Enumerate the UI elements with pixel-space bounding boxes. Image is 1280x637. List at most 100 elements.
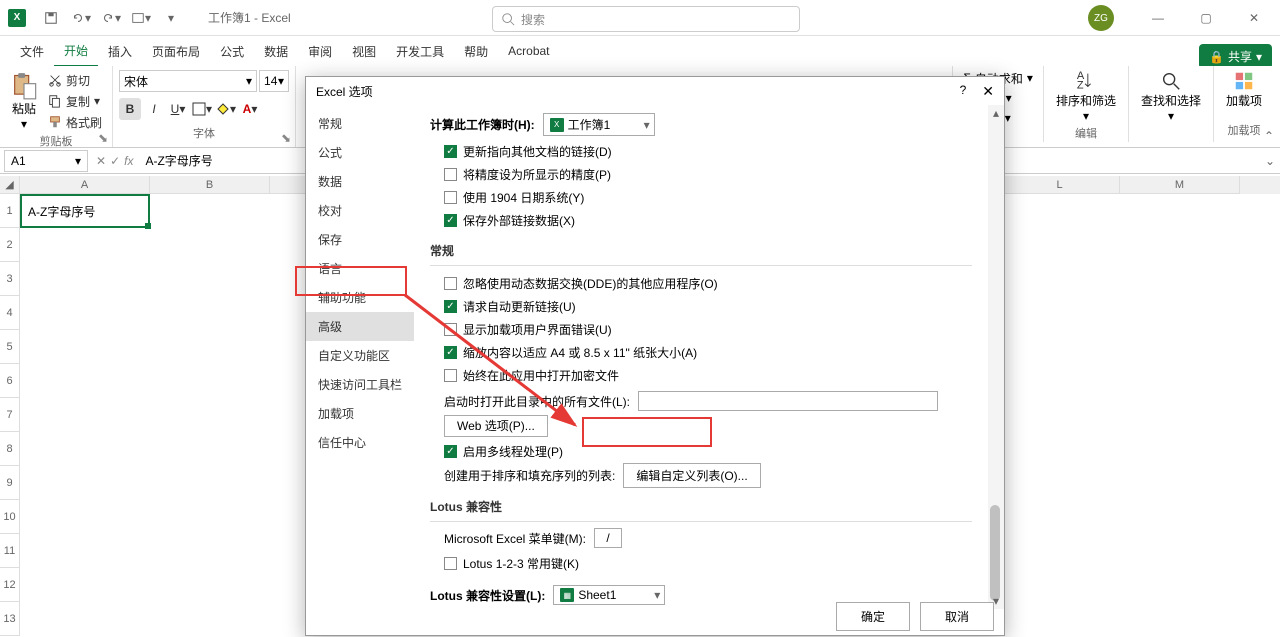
tab-formulas[interactable]: 公式 <box>210 37 254 66</box>
cb-dde[interactable] <box>444 277 457 290</box>
row-header-12[interactable]: 12 <box>0 568 20 602</box>
scroll-thumb[interactable] <box>990 505 1000 601</box>
row-header-7[interactable]: 7 <box>0 398 20 432</box>
sidebar-item-formulas[interactable]: 公式 <box>306 138 414 167</box>
row-header-2[interactable]: 2 <box>0 228 20 262</box>
cb-auto-update[interactable] <box>444 300 457 313</box>
sort-filter-button[interactable]: AZ 排序和筛选▾ <box>1050 68 1122 125</box>
sidebar-item-customize-ribbon[interactable]: 自定义功能区 <box>306 341 414 370</box>
row-header-13[interactable]: 13 <box>0 602 20 636</box>
sidebar-item-proofing[interactable]: 校对 <box>306 196 414 225</box>
row-header-4[interactable]: 4 <box>0 296 20 330</box>
user-avatar[interactable]: ZG <box>1088 5 1114 31</box>
cb-show-addin-errors[interactable] <box>444 323 457 336</box>
tab-file[interactable]: 文件 <box>10 37 54 66</box>
sidebar-item-data[interactable]: 数据 <box>306 167 414 196</box>
addins-button[interactable]: 加载项 <box>1220 68 1268 111</box>
web-options-button[interactable]: Web 选项(P)... <box>444 415 548 437</box>
calc-workbook-select[interactable]: X工作簿1 <box>543 113 655 136</box>
select-all-cell[interactable]: ◢ <box>0 176 20 194</box>
cb-scale-a4[interactable] <box>444 346 457 359</box>
qat-customize-icon[interactable]: ▾ <box>158 5 184 31</box>
tab-home[interactable]: 开始 <box>54 36 98 67</box>
tab-view[interactable]: 视图 <box>342 37 386 66</box>
undo-icon[interactable]: ▾ <box>68 5 94 31</box>
fx-icon[interactable]: fx <box>124 154 133 168</box>
font-name-select[interactable]: 宋体▾ <box>119 70 257 92</box>
cell-a1[interactable]: A-Z字母序号 <box>20 194 150 228</box>
font-color-button[interactable]: A▾ <box>239 98 261 120</box>
row-header-3[interactable]: 3 <box>0 262 20 296</box>
save-icon[interactable] <box>38 5 64 31</box>
sidebar-item-language[interactable]: 语言 <box>306 254 414 283</box>
dialog-close-icon[interactable]: ✕ <box>982 83 994 100</box>
name-box[interactable]: A1▾ <box>4 150 88 172</box>
edit-custom-list-button[interactable]: 编辑自定义列表(O)... <box>623 463 760 488</box>
col-header-l[interactable]: L <box>1000 176 1120 194</box>
row-header-9[interactable]: 9 <box>0 466 20 500</box>
lotus-sheet-select[interactable]: ▦Sheet1 <box>553 585 665 605</box>
tab-help[interactable]: 帮助 <box>454 37 498 66</box>
collapse-ribbon-icon[interactable]: ⌃ <box>1264 129 1274 143</box>
search-box[interactable]: 搜索 <box>492 6 800 32</box>
sidebar-item-general[interactable]: 常规 <box>306 109 414 138</box>
sidebar-item-advanced[interactable]: 高级 <box>306 312 414 341</box>
cb-lotus-keys[interactable] <box>444 557 457 570</box>
startup-files-input[interactable] <box>638 391 938 411</box>
font-size-select[interactable]: 14▾ <box>259 70 289 92</box>
bold-button[interactable]: B <box>119 98 141 120</box>
row-header-1[interactable]: 1 <box>0 194 20 228</box>
row-header-11[interactable]: 11 <box>0 534 20 568</box>
find-select-button[interactable]: 查找和选择▾ <box>1135 68 1207 125</box>
cb-1904[interactable] <box>444 191 457 204</box>
sidebar-item-trust-center[interactable]: 信任中心 <box>306 428 414 457</box>
cancel-button[interactable]: 取消 <box>920 602 994 631</box>
fill-handle[interactable] <box>145 223 151 229</box>
col-header-b[interactable]: B <box>150 176 270 194</box>
tab-developer[interactable]: 开发工具 <box>386 37 454 66</box>
tab-acrobat[interactable]: Acrobat <box>498 38 559 64</box>
menu-key-input[interactable] <box>594 528 622 548</box>
cb-precision[interactable] <box>444 168 457 181</box>
maximize-icon[interactable]: ▢ <box>1186 4 1226 32</box>
accept-formula-icon[interactable]: ✓ <box>110 154 120 168</box>
expand-formula-bar-icon[interactable]: ⌄ <box>1260 154 1280 168</box>
qat-more-icon[interactable]: ▾ <box>128 5 154 31</box>
underline-button[interactable]: U▾ <box>167 98 189 120</box>
dialog-scrollbar[interactable]: ▴ ▾ <box>988 105 1004 609</box>
copy-button[interactable]: 复制▾ <box>44 91 106 111</box>
paste-button[interactable]: 粘贴 ▾ <box>6 70 42 133</box>
fill-color-button[interactable]: ▾ <box>215 98 237 120</box>
tab-layout[interactable]: 页面布局 <box>142 37 210 66</box>
tab-review[interactable]: 审阅 <box>298 37 342 66</box>
tab-data[interactable]: 数据 <box>254 37 298 66</box>
sidebar-item-save[interactable]: 保存 <box>306 225 414 254</box>
row-header-10[interactable]: 10 <box>0 500 20 534</box>
col-header-m[interactable]: M <box>1120 176 1240 194</box>
minimize-icon[interactable]: — <box>1138 4 1178 32</box>
scroll-up-icon[interactable]: ▴ <box>988 105 1004 121</box>
sidebar-item-addins[interactable]: 加载项 <box>306 399 414 428</box>
ok-button[interactable]: 确定 <box>836 602 910 631</box>
cb-update-links[interactable] <box>444 145 457 158</box>
font-dialog-launcher-icon[interactable]: ⬊ <box>281 131 293 143</box>
border-button[interactable]: ▾ <box>191 98 213 120</box>
sidebar-item-accessibility[interactable]: 辅助功能 <box>306 283 414 312</box>
cb-save-ext[interactable] <box>444 214 457 227</box>
close-window-icon[interactable]: ✕ <box>1234 4 1274 32</box>
row-header-8[interactable]: 8 <box>0 432 20 466</box>
dialog-help-icon[interactable]: ? <box>960 83 967 100</box>
cb-multithread[interactable] <box>444 445 457 458</box>
row-header-5[interactable]: 5 <box>0 330 20 364</box>
format-painter-button[interactable]: 格式刷 <box>44 112 106 132</box>
cancel-formula-icon[interactable]: ✕ <box>96 154 106 168</box>
redo-icon[interactable]: ▾ <box>98 5 124 31</box>
cb-open-encrypted[interactable] <box>444 369 457 382</box>
sidebar-item-qat[interactable]: 快速访问工具栏 <box>306 370 414 399</box>
italic-button[interactable]: I <box>143 98 165 120</box>
col-header-a[interactable]: A <box>20 176 150 194</box>
cut-button[interactable]: 剪切 <box>44 70 106 90</box>
tab-insert[interactable]: 插入 <box>98 37 142 66</box>
row-header-6[interactable]: 6 <box>0 364 20 398</box>
clipboard-dialog-launcher-icon[interactable]: ⬊ <box>98 131 110 143</box>
